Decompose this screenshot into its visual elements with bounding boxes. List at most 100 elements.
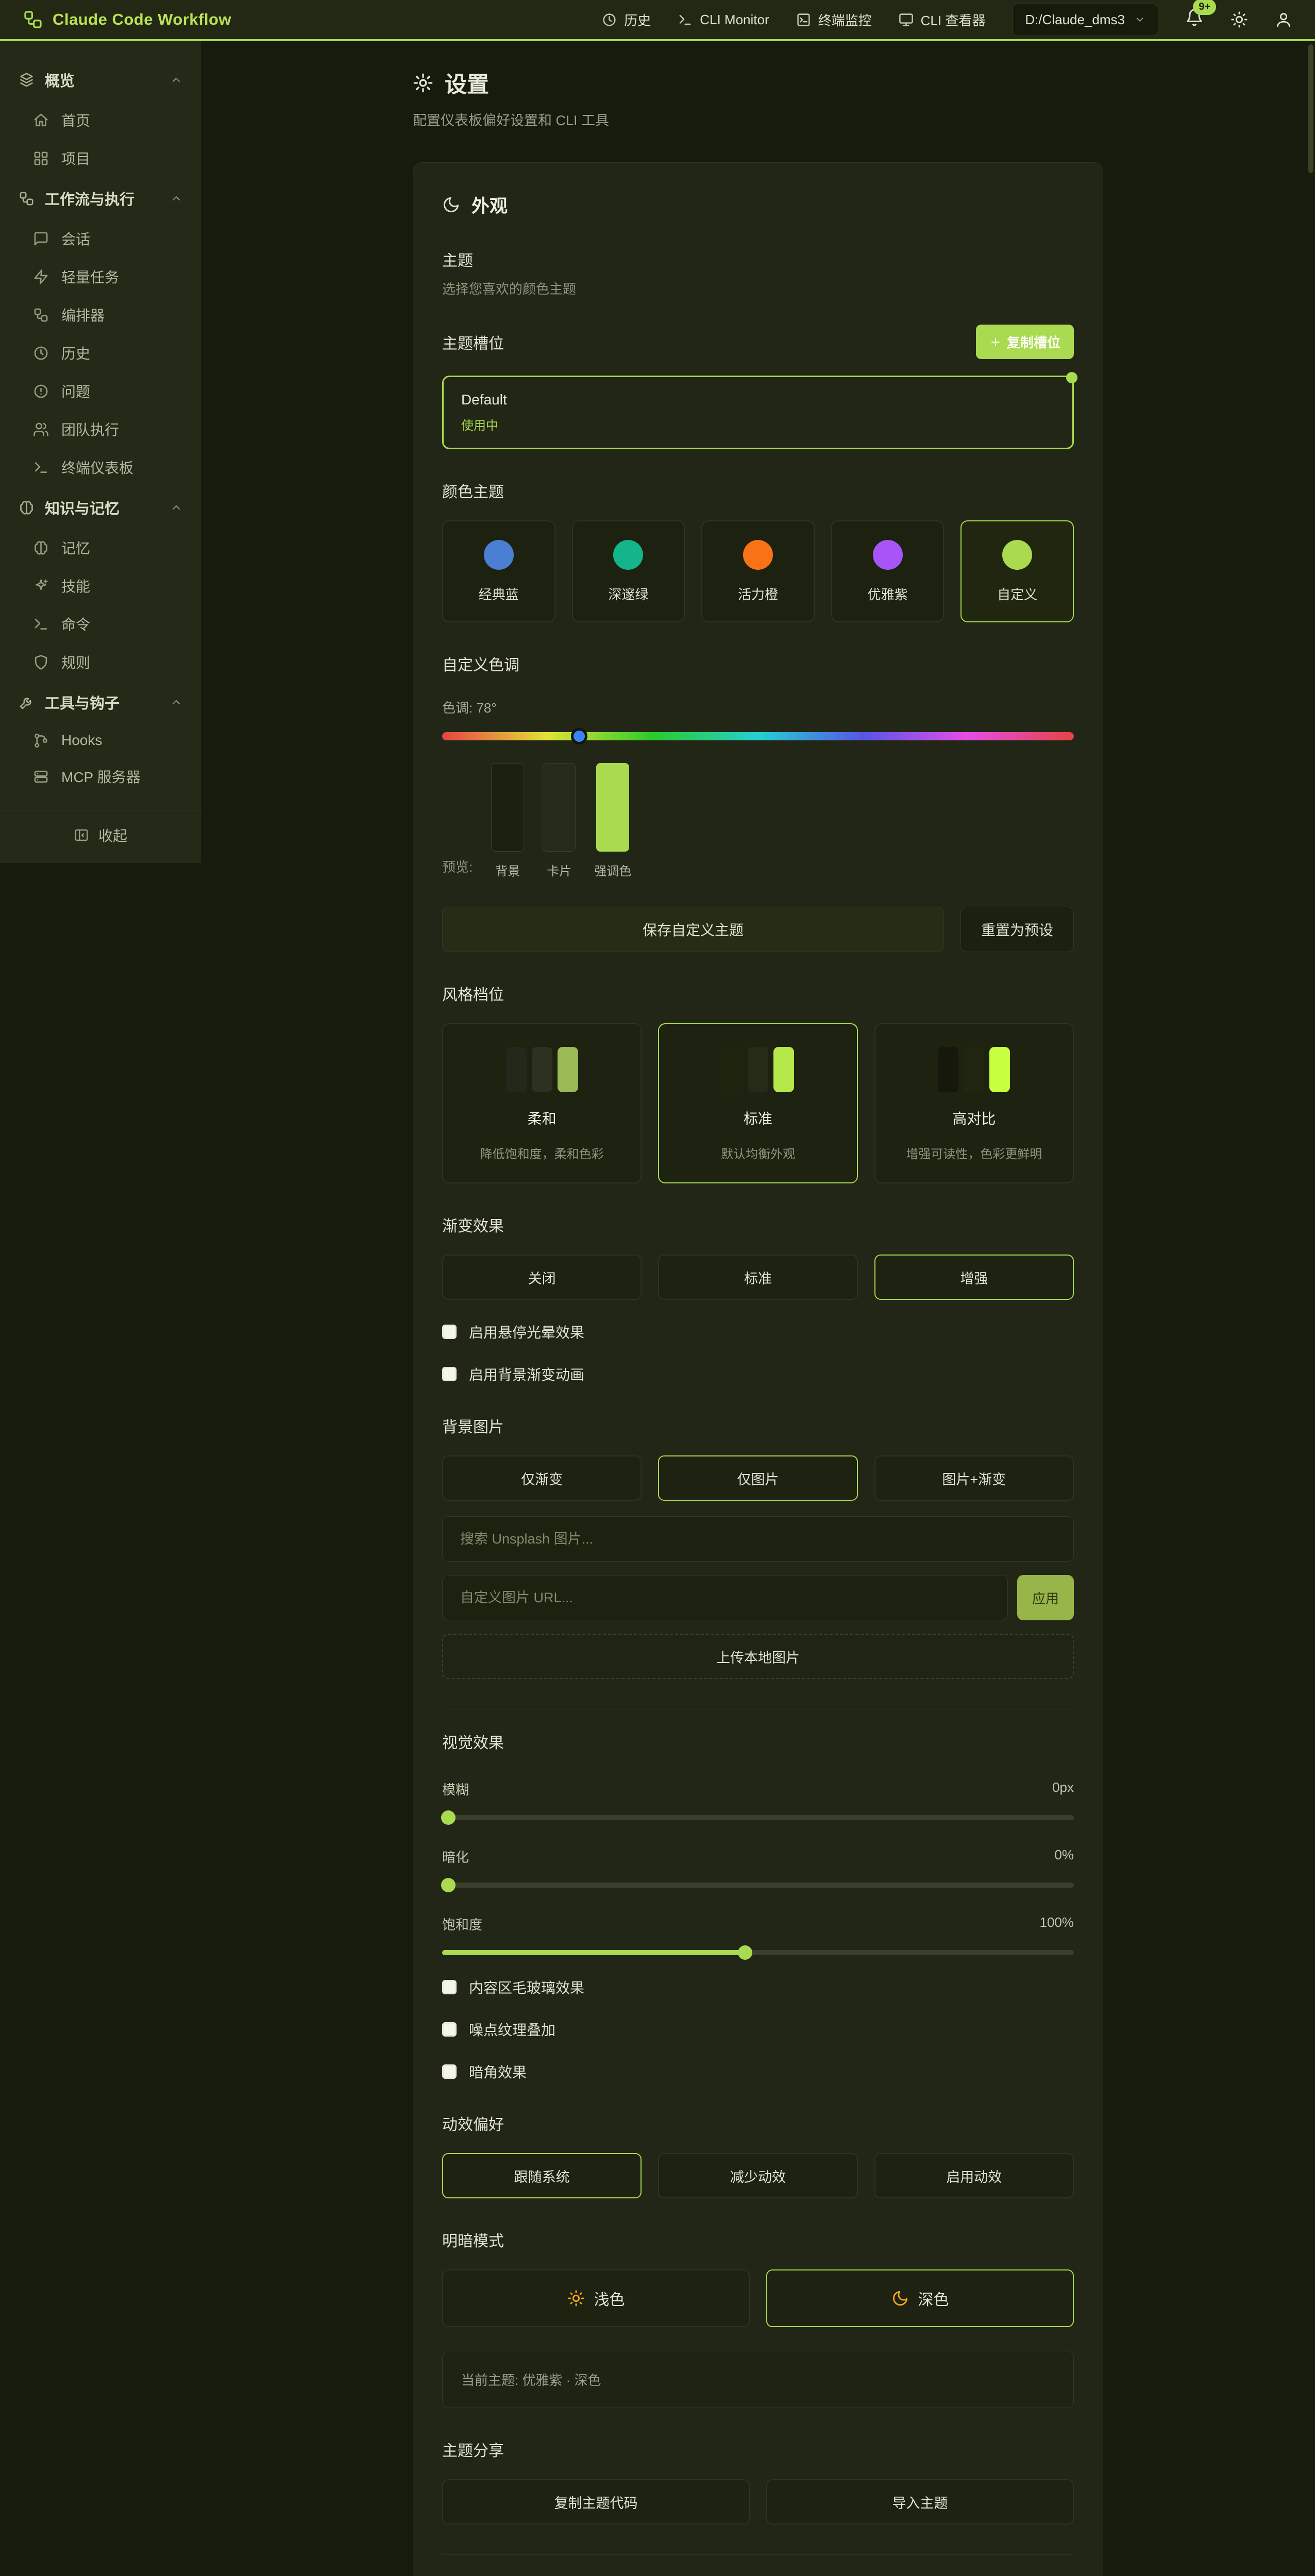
sidebar-section-tools[interactable]: 工具与钩子: [0, 681, 201, 723]
chevron-down-icon: [1134, 14, 1145, 25]
scrollbar-thumb[interactable]: [1308, 44, 1313, 173]
sidebar-item-projects[interactable]: 项目: [0, 139, 201, 177]
mode-label: 明暗模式: [442, 2228, 1074, 2251]
style-option-high-contrast[interactable]: 高对比 增强可读性，色彩更鲜明: [874, 1023, 1074, 1183]
preview-swatch: [543, 763, 576, 852]
hue-value: 色调: 78°: [442, 698, 1074, 717]
reset-preset-button[interactable]: 重置为预设: [960, 907, 1074, 952]
sidebar-item-skills[interactable]: 技能: [0, 567, 201, 605]
color-theme-label: 颜色主题: [442, 479, 1074, 502]
sidebar-item-commands[interactable]: 命令: [0, 605, 201, 643]
theme-option-custom[interactable]: 自定义: [960, 520, 1074, 622]
sidebar-item-mcp-servers[interactable]: MCP 服务器: [0, 757, 201, 795]
sidebar-item-hooks[interactable]: Hooks: [0, 723, 201, 757]
copy-theme-code-button[interactable]: 复制主题代码: [442, 2479, 750, 2524]
unsplash-search-input[interactable]: [442, 1516, 1074, 1562]
style-swatch: [722, 1047, 743, 1092]
sidebar-item-rules[interactable]: 规则: [0, 643, 201, 681]
theme-option-classic-blue[interactable]: 经典蓝: [442, 520, 555, 622]
theme-swatch: [743, 540, 773, 570]
sidebar-item-terminal-dashboard[interactable]: 终端仪表板: [0, 448, 201, 486]
saturation-slider-thumb[interactable]: [738, 1945, 752, 1960]
frosted-glass-checkbox[interactable]: [442, 1980, 457, 1994]
sidebar-item-team-execution[interactable]: 团队执行: [0, 410, 201, 448]
blur-slider-thumb[interactable]: [441, 1810, 456, 1825]
nav-cli-monitor[interactable]: CLI Monitor: [678, 12, 769, 28]
nav-terminal-monitor[interactable]: 终端监控: [796, 10, 872, 29]
save-custom-theme-button[interactable]: 保存自定义主题: [442, 907, 944, 952]
gradient-standard-button[interactable]: 标准: [658, 1255, 857, 1300]
bg-image-only-button[interactable]: 仅图片: [658, 1455, 857, 1501]
motion-reduce-button[interactable]: 减少动效: [658, 2153, 857, 2198]
style-option-soft[interactable]: 柔和 降低饱和度，柔和色彩: [442, 1023, 642, 1183]
sidebar-item-home[interactable]: 首页: [0, 101, 201, 139]
terminal-icon: [33, 616, 49, 632]
sidebar-item-memory[interactable]: 记忆: [0, 529, 201, 567]
hue-slider-thumb[interactable]: [571, 728, 587, 744]
upload-local-image-button[interactable]: 上传本地图片: [442, 1634, 1074, 1679]
motion-follow-system-button[interactable]: 跟随系统: [442, 2153, 642, 2198]
hover-glow-checkbox-row[interactable]: 启用悬停光晕效果: [442, 1321, 1074, 1342]
nav-history[interactable]: 历史: [602, 10, 651, 29]
vignette-checkbox-row[interactable]: 暗角效果: [442, 2061, 1074, 2082]
sidebar-section-overview[interactable]: 概览: [0, 59, 201, 101]
shield-icon: [33, 654, 49, 670]
noise-texture-checkbox-row[interactable]: 噪点纹理叠加: [442, 2019, 1074, 2040]
theme-option-vibrant-orange[interactable]: 活力橙: [701, 520, 815, 622]
preview-card: 卡片: [543, 763, 576, 879]
sidebar-item-issues[interactable]: 问题: [0, 372, 201, 410]
theme-option-elegant-purple[interactable]: 优雅紫: [831, 520, 945, 622]
blur-slider[interactable]: [442, 1815, 1074, 1820]
clock-icon: [602, 12, 617, 27]
custom-image-url-input[interactable]: [442, 1575, 1008, 1620]
theme-swatch: [873, 540, 903, 570]
zap-icon: [33, 269, 49, 285]
gradient-enhanced-button[interactable]: 增强: [874, 1255, 1074, 1300]
motion-label: 动效偏好: [442, 2112, 1074, 2134]
bg-image-options: 仅渐变 仅图片 图片+渐变: [442, 1455, 1074, 1501]
light-mode-button[interactable]: 浅色: [442, 2269, 750, 2327]
darken-slider-thumb[interactable]: [441, 1878, 456, 1892]
workflow-icon: [19, 191, 35, 207]
noise-texture-checkbox[interactable]: [442, 2022, 457, 2037]
nav-cli-viewer[interactable]: CLI 查看器: [899, 10, 986, 29]
apply-url-button[interactable]: 应用: [1017, 1575, 1074, 1620]
gradient-off-button[interactable]: 关闭: [442, 1255, 642, 1300]
theme-toggle-button[interactable]: [1230, 11, 1248, 28]
saturation-slider[interactable]: [442, 1950, 1074, 1955]
bg-animation-checkbox-row[interactable]: 启用背景渐变动画: [442, 1364, 1074, 1384]
style-option-standard[interactable]: 标准 默认均衡外观: [658, 1023, 857, 1183]
sidebar-item-orchestrator[interactable]: 编排器: [0, 296, 201, 334]
sidebar-item-light-tasks[interactable]: 轻量任务: [0, 258, 201, 296]
copy-slot-button[interactable]: 复制槽位: [976, 325, 1074, 359]
sidebar-item-history[interactable]: 历史: [0, 334, 201, 372]
page-title-row: 设置: [413, 67, 1103, 99]
mode-options: 浅色 深色: [442, 2269, 1074, 2327]
vignette-checkbox[interactable]: [442, 2064, 457, 2079]
bg-animation-checkbox[interactable]: [442, 1367, 457, 1381]
project-selector[interactable]: D:/Claude_dms3: [1012, 4, 1158, 36]
appearance-header: 外观: [442, 192, 1074, 218]
saturation-slider-row: 饱和度 100%: [442, 1914, 1074, 1955]
import-theme-button[interactable]: 导入主题: [766, 2479, 1074, 2524]
notifications-button[interactable]: 9+: [1185, 8, 1204, 31]
bg-gradient-only-button[interactable]: 仅渐变: [442, 1455, 642, 1501]
notification-badge: 9+: [1193, 0, 1216, 15]
monitor-icon: [899, 12, 914, 27]
theme-slot-default[interactable]: Default 使用中: [442, 376, 1074, 449]
motion-enable-button[interactable]: 启用动效: [874, 2153, 1074, 2198]
bg-image-gradient-button[interactable]: 图片+渐变: [874, 1455, 1074, 1501]
user-button[interactable]: [1275, 11, 1292, 28]
dark-mode-button[interactable]: 深色: [766, 2269, 1074, 2327]
sidebar-item-sessions[interactable]: 会话: [0, 219, 201, 258]
darken-slider[interactable]: [442, 1883, 1074, 1888]
theme-option-deep-green[interactable]: 深邃绿: [572, 520, 685, 622]
hover-glow-checkbox[interactable]: [442, 1325, 457, 1339]
project-path: D:/Claude_dms3: [1025, 12, 1125, 28]
frosted-glass-checkbox-row[interactable]: 内容区毛玻璃效果: [442, 1977, 1074, 1997]
style-swatch: [558, 1047, 578, 1092]
sidebar-section-knowledge[interactable]: 知识与记忆: [0, 486, 201, 529]
sidebar-collapse-button[interactable]: 收起: [0, 810, 201, 863]
hue-slider[interactable]: [442, 732, 1074, 740]
sidebar-section-workflow[interactable]: 工作流与执行: [0, 177, 201, 219]
